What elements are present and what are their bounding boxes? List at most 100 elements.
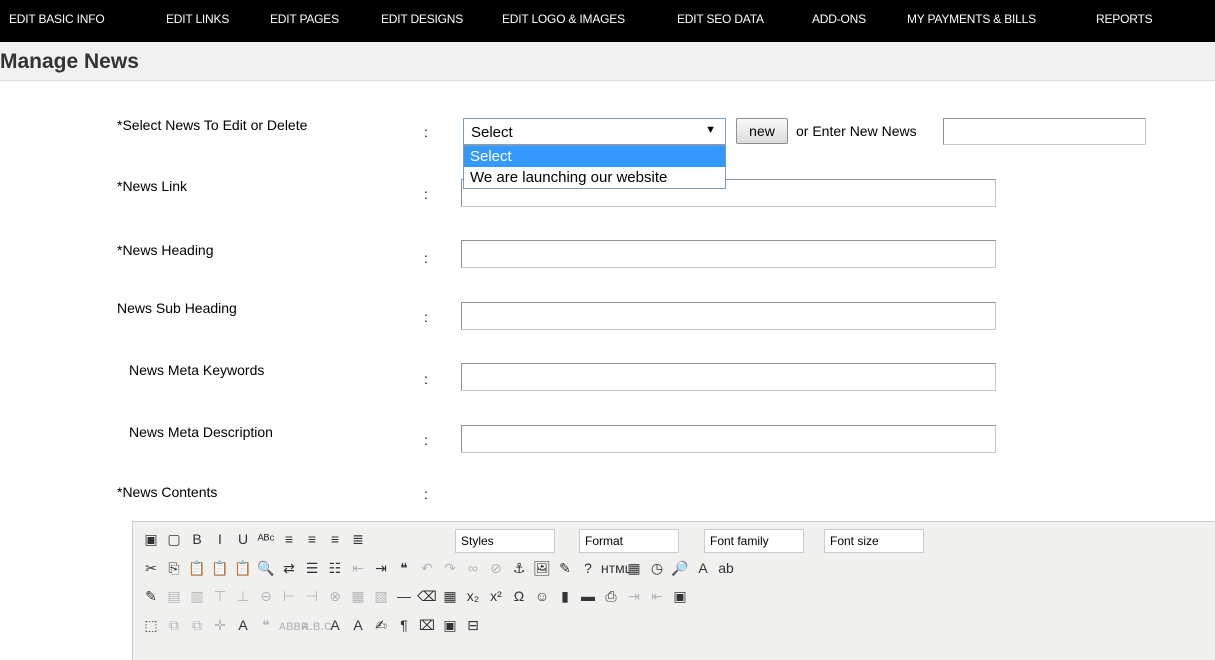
new-news-button[interactable]: new <box>736 118 788 144</box>
page-break-icon[interactable]: ⊟ <box>463 615 483 635</box>
anchor-icon[interactable]: ⚓ <box>509 558 529 578</box>
option-launching-website[interactable]: We are launching our website <box>464 167 725 188</box>
insert-row-after-icon[interactable]: ⊥ <box>233 586 253 606</box>
non-breaking-icon[interactable]: ⌧ <box>417 615 437 635</box>
colon: : <box>424 371 428 387</box>
move-forward-icon[interactable]: ⧉ <box>164 615 184 635</box>
nav-edit-logo-images[interactable]: EDIT LOGO & IMAGES <box>502 12 625 26</box>
abbreviation-icon[interactable]: ᴀʙʙʀ <box>279 615 308 635</box>
rich-text-editor-toolbar: ▣ ▢ B I Uᴬᴮᶜ ≡ ≡ ≡ ≣ Styles Format Font family Font … <box>132 521 1215 660</box>
insert-col-before-icon[interactable]: ⊢ <box>279 586 299 606</box>
nav-reports[interactable]: REPORTS <box>1096 12 1153 26</box>
table-edit-icon[interactable]: ✎ <box>141 586 161 606</box>
paste-icon[interactable]: 📋 <box>187 558 207 578</box>
outdent-icon[interactable]: ⇤ <box>348 558 368 578</box>
merge-cells-icon[interactable]: ▧ <box>371 586 391 606</box>
option-select[interactable]: Select <box>464 146 725 167</box>
format-select[interactable]: Format <box>579 529 679 553</box>
numbered-list-icon[interactable]: ☷ <box>325 558 345 578</box>
html-icon[interactable]: ʜᴛᴍʟ <box>601 558 630 578</box>
styles-select[interactable]: Styles <box>455 529 555 553</box>
bold-icon[interactable]: B <box>187 529 207 549</box>
absolute-position-icon[interactable]: ✛ <box>210 615 230 635</box>
news-meta-keywords-input[interactable] <box>461 363 996 391</box>
copy-icon[interactable]: ⎘ <box>164 558 184 578</box>
paste-word-icon[interactable]: 📋 <box>233 558 253 578</box>
row-props-icon[interactable]: ▤ <box>164 586 184 606</box>
preview-icon[interactable]: 🔎 <box>670 558 690 578</box>
ltr-icon[interactable]: ⇥ <box>624 586 644 606</box>
new-document-icon[interactable]: ▢ <box>164 529 184 549</box>
acronym-icon[interactable]: ᴀ.ʙ.ᴄ <box>302 615 331 635</box>
fullscreen-icon[interactable]: ▣ <box>670 586 690 606</box>
cite-icon[interactable]: ❝ <box>256 615 276 635</box>
nav-payments-bills[interactable]: MY PAYMENTS & BILLS <box>907 12 1036 26</box>
underline-icon[interactable]: U <box>233 529 253 549</box>
visual-chars-icon[interactable]: ¶ <box>394 615 414 635</box>
align-left-icon[interactable]: ≡ <box>279 529 299 549</box>
insertion-icon[interactable]: A <box>348 615 368 635</box>
news-sub-heading-label: News Sub Heading <box>117 300 237 316</box>
special-char-icon[interactable]: Ω <box>509 586 529 606</box>
save-icon[interactable]: ▣ <box>141 529 161 549</box>
nav-edit-seo-data[interactable]: EDIT SEO DATA <box>677 12 764 26</box>
font-family-select[interactable]: Font family <box>704 529 804 553</box>
select-news-dropdown[interactable]: Select ▼ <box>463 118 726 145</box>
text-color-icon[interactable]: A <box>693 558 713 578</box>
nav-edit-designs[interactable]: EDIT DESIGNS <box>381 12 463 26</box>
insert-date-icon[interactable]: ▦ <box>624 558 644 578</box>
replace-icon[interactable]: ⇄ <box>279 558 299 578</box>
styles-props-icon[interactable]: A <box>233 615 253 635</box>
delete-row-icon[interactable]: ⊖ <box>256 586 276 606</box>
nav-edit-pages[interactable]: EDIT PAGES <box>270 12 339 26</box>
blockquote-icon[interactable]: ❝ <box>394 558 414 578</box>
advanced-hr-icon[interactable]: ▬ <box>578 586 598 606</box>
paste-text-icon[interactable]: 📋 <box>210 558 230 578</box>
move-backward-icon[interactable]: ⧉ <box>187 615 207 635</box>
cut-icon[interactable]: ✂ <box>141 558 161 578</box>
horizontal-rule-icon[interactable]: — <box>394 586 414 606</box>
news-sub-heading-input[interactable] <box>461 302 996 330</box>
subscript-icon[interactable]: x₂ <box>463 586 483 606</box>
align-center-icon[interactable]: ≡ <box>302 529 322 549</box>
link-icon[interactable]: ∞ <box>463 558 483 578</box>
bullet-list-icon[interactable]: ☰ <box>302 558 322 578</box>
cleanup-icon[interactable]: ✎ <box>555 558 575 578</box>
redo-icon[interactable]: ↷ <box>440 558 460 578</box>
nav-edit-links[interactable]: EDIT LINKS <box>166 12 229 26</box>
nav-add-ons[interactable]: ADD-ONS <box>812 12 866 26</box>
align-justify-icon[interactable]: ≣ <box>348 529 368 549</box>
rtl-icon[interactable]: ⇤ <box>647 586 667 606</box>
find-icon[interactable]: 🔍 <box>256 558 276 578</box>
news-meta-description-input[interactable] <box>461 425 996 453</box>
italic-icon[interactable]: I <box>210 529 230 549</box>
attributes-icon[interactable]: ✍ <box>371 615 391 635</box>
media-icon[interactable]: ▮ <box>555 586 575 606</box>
indent-icon[interactable]: ⇥ <box>371 558 391 578</box>
remove-format-icon[interactable]: ⌫ <box>417 586 437 606</box>
nav-edit-basic-info[interactable]: EDIT BASIC INFO <box>9 12 105 26</box>
superscript-icon[interactable]: x² <box>486 586 506 606</box>
background-color-icon[interactable]: ab <box>716 558 736 578</box>
news-heading-input[interactable] <box>461 240 996 268</box>
unlink-icon[interactable]: ⊘ <box>486 558 506 578</box>
split-cells-icon[interactable]: ▦ <box>348 586 368 606</box>
undo-icon[interactable]: ↶ <box>417 558 437 578</box>
insert-time-icon[interactable]: ◷ <box>647 558 667 578</box>
emoticon-icon[interactable]: ☺ <box>532 586 552 606</box>
deletion-icon[interactable]: A <box>325 615 345 635</box>
insert-col-after-icon[interactable]: ⊣ <box>302 586 322 606</box>
insert-row-before-icon[interactable]: ⊤ <box>210 586 230 606</box>
template-icon[interactable]: ▣ <box>440 615 460 635</box>
insert-layer-icon[interactable]: ⬚ <box>141 615 161 635</box>
help-icon[interactable]: ? <box>578 558 598 578</box>
cell-props-icon[interactable]: ▥ <box>187 586 207 606</box>
align-right-icon[interactable]: ≡ <box>325 529 345 549</box>
delete-col-icon[interactable]: ⊗ <box>325 586 345 606</box>
font-size-select[interactable]: Font size <box>824 529 924 553</box>
print-icon[interactable]: ⎙ <box>601 586 621 606</box>
strikethrough-icon[interactable]: ᴬᴮᶜ <box>256 529 276 549</box>
visual-aid-icon[interactable]: ▦ <box>440 586 460 606</box>
new-news-input[interactable] <box>943 118 1146 145</box>
image-icon[interactable]: 🖼 <box>532 558 552 578</box>
